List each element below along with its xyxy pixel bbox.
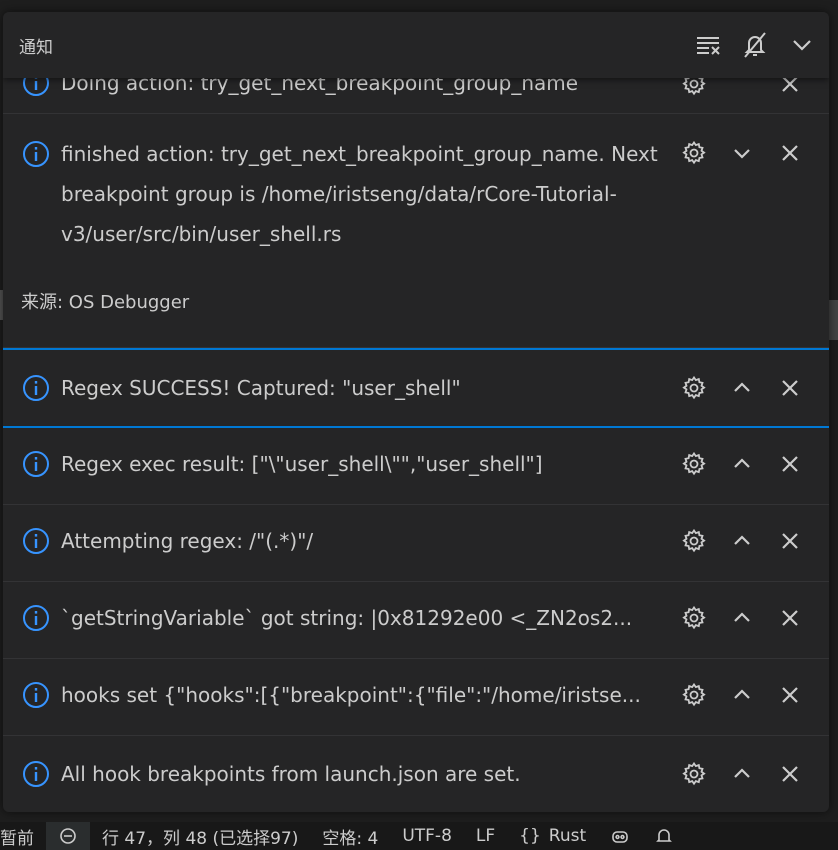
editor-scrollbar[interactable]	[828, 300, 838, 340]
notification-message: `getStringVariable` got string: |0x81292…	[61, 606, 633, 630]
notification-item[interactable]: finished action: try_get_next_breakpoint…	[3, 114, 829, 348]
notification-item[interactable]: `getStringVariable` got string: |0x81292…	[3, 582, 829, 659]
close-icon[interactable]	[769, 674, 811, 716]
gear-icon[interactable]	[673, 674, 715, 716]
gear-icon[interactable]	[673, 753, 715, 795]
ports-icon[interactable]	[46, 822, 90, 850]
chevron-up-icon[interactable]	[721, 443, 763, 485]
clear-all-icon[interactable]	[688, 25, 728, 65]
notification-message: Attempting regex: /"(.*)"/	[61, 529, 314, 553]
notification-message: finished action: try_get_next_breakpoint…	[61, 142, 658, 246]
close-icon[interactable]	[769, 520, 811, 562]
end-of-line[interactable]: LF	[464, 822, 507, 850]
encoding[interactable]: UTF-8	[390, 822, 464, 850]
info-icon	[21, 603, 51, 633]
braces-icon: {}	[519, 826, 541, 846]
notification-item[interactable]: Regex exec result: ["\"user_shell\"","us…	[3, 428, 829, 505]
gear-icon[interactable]	[673, 132, 715, 174]
notification-item[interactable]: Regex SUCCESS! Captured: "user_shell"	[3, 348, 829, 428]
notification-message: All hook breakpoints from launch.json ar…	[61, 762, 521, 786]
gear-icon[interactable]	[673, 443, 715, 485]
notification-message: hooks set {"hooks":[{"breakpoint":{"file…	[61, 683, 641, 707]
copilot-icon[interactable]	[598, 822, 642, 850]
language-mode[interactable]: {} Rust	[507, 822, 598, 850]
close-icon[interactable]	[769, 132, 811, 174]
gear-icon[interactable]	[673, 520, 715, 562]
notifications-center: 通知 Doing action: try_get_next_breakpoint…	[3, 12, 829, 812]
do-not-disturb-icon[interactable]	[735, 25, 775, 65]
close-icon[interactable]	[769, 443, 811, 485]
chevron-down-icon[interactable]	[721, 132, 763, 174]
notifications-header: 通知	[3, 12, 829, 78]
chevron-up-icon[interactable]	[721, 674, 763, 716]
info-icon	[21, 759, 51, 789]
notification-item[interactable]: hooks set {"hooks":[{"breakpoint":{"file…	[3, 659, 829, 736]
status-bar: 暂前 行 47，列 48 (已选择97) 空格: 4 UTF-8 LF {} R…	[0, 822, 838, 850]
cursor-position[interactable]: 行 47，列 48 (已选择97)	[90, 822, 310, 850]
info-icon	[21, 680, 51, 710]
chevron-up-icon[interactable]	[721, 520, 763, 562]
notification-message: Regex SUCCESS! Captured: "user_shell"	[61, 376, 461, 400]
notification-source: 来源: OS Debugger	[21, 292, 190, 313]
info-icon	[21, 139, 51, 169]
indentation[interactable]: 空格: 4	[310, 822, 390, 850]
collapse-icon[interactable]	[782, 25, 822, 65]
close-icon[interactable]	[769, 367, 811, 409]
info-icon	[21, 373, 51, 403]
status-fragment[interactable]: 暂前	[0, 822, 46, 850]
gear-icon[interactable]	[673, 367, 715, 409]
notification-item[interactable]: Attempting regex: /"(.*)"/	[3, 505, 829, 582]
chevron-up-icon[interactable]	[721, 753, 763, 795]
language-label: Rust	[548, 826, 587, 846]
info-icon	[21, 526, 51, 556]
close-icon[interactable]	[769, 597, 811, 639]
chevron-up-icon[interactable]	[721, 367, 763, 409]
bell-icon[interactable]	[642, 822, 686, 850]
chevron-up-icon[interactable]	[721, 597, 763, 639]
notification-message: Regex exec result: ["\"user_shell\"","us…	[61, 452, 543, 476]
close-icon[interactable]	[769, 753, 811, 795]
gear-icon[interactable]	[673, 597, 715, 639]
info-icon	[21, 449, 51, 479]
panel-title: 通知	[19, 37, 53, 58]
notification-item[interactable]: All hook breakpoints from launch.json ar…	[3, 736, 829, 812]
notifications-list: Doing action: try_get_next_breakpoint_gr…	[3, 56, 829, 812]
